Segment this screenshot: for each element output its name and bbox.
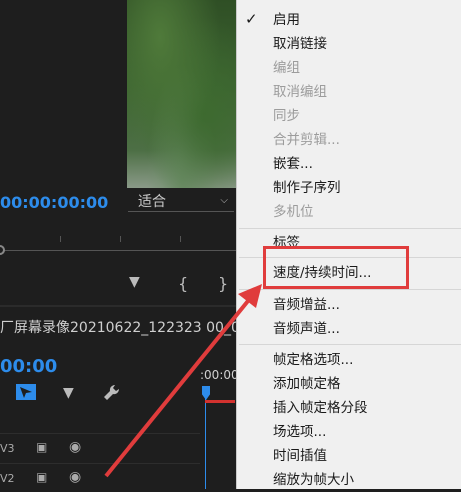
annotation-arrow-icon (104, 284, 262, 478)
